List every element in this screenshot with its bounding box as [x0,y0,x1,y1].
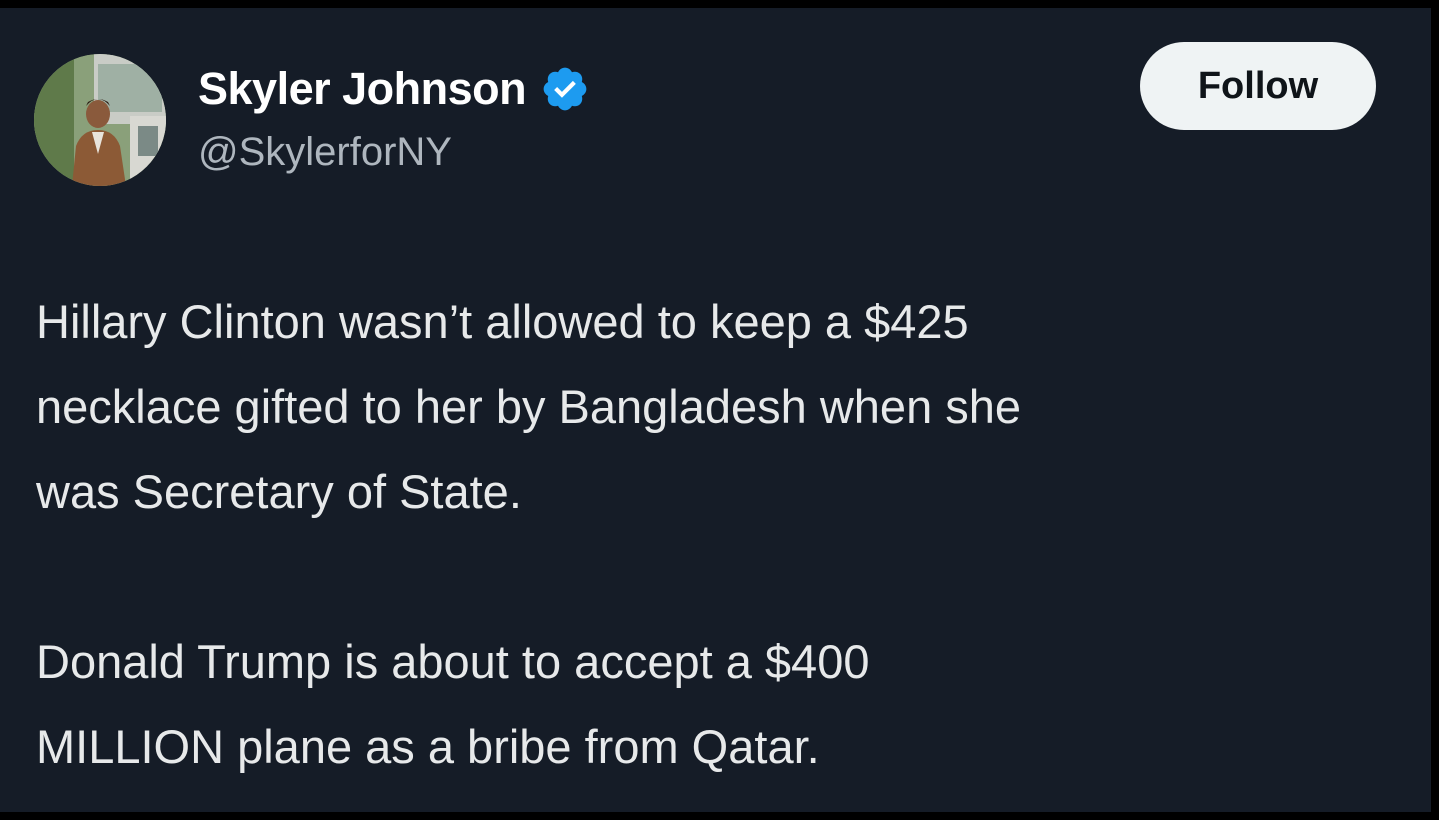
tweet-paragraph: Donald Trump is about to accept a $400 M… [36,619,1406,789]
tweet-card: Skyler Johnson @SkylerforNY Follow Hilla… [0,8,1431,812]
tweet-text-line: Hillary Clinton wasn’t allowed to keep a… [36,295,969,348]
tweet-text-line: necklace gifted to her by Bangladesh whe… [36,380,1022,433]
verified-badge-icon [543,67,587,111]
avatar[interactable] [34,54,166,186]
tweet-text: Hillary Clinton wasn’t allowed to keep a… [36,279,1406,789]
follow-button[interactable]: Follow [1140,42,1376,130]
tweet-text-line: MILLION plane as a bribe from Qatar. [36,720,820,773]
tweet-paragraph: Hillary Clinton wasn’t allowed to keep a… [36,279,1406,534]
tweet-text-line: was Secretary of State. [36,465,522,518]
tweet-text-line: Donald Trump is about to accept a $400 [36,635,870,688]
author-handle[interactable]: @SkylerforNY [198,130,452,175]
author-display-name[interactable]: Skyler Johnson [198,63,527,115]
avatar-photo [34,54,166,186]
author-name-row: Skyler Johnson [198,60,590,118]
